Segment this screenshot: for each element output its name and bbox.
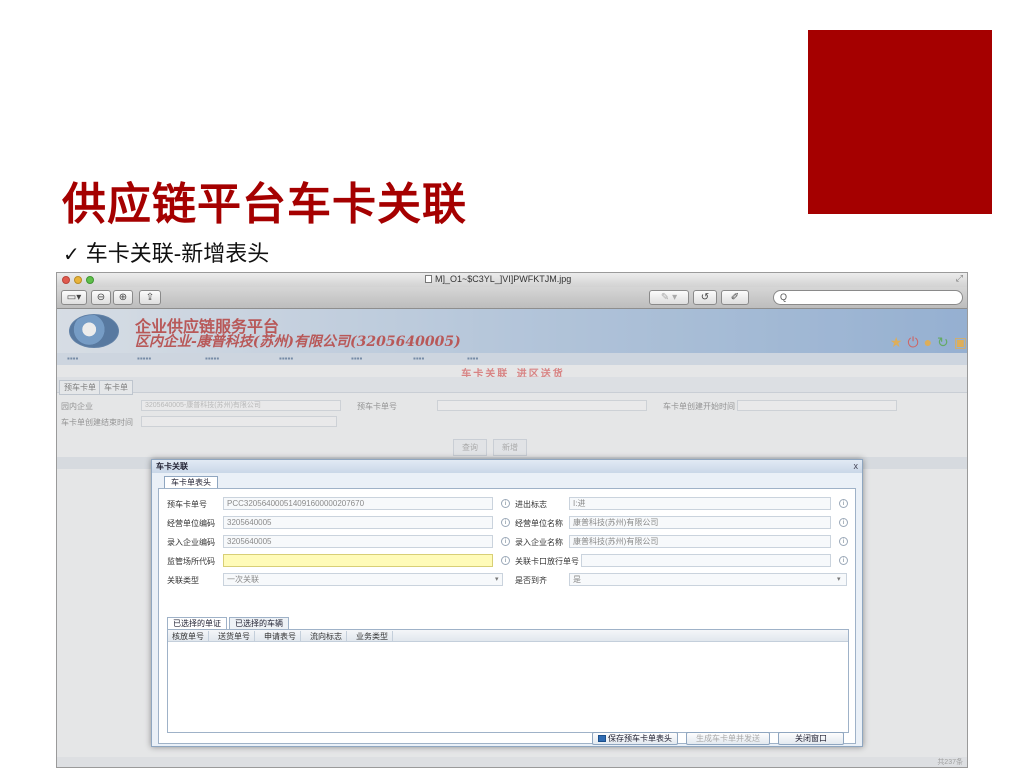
column-header[interactable]: 业务类型 — [352, 631, 393, 642]
precard-no-field[interactable]: PCC320564000514091600000207670 — [223, 497, 493, 510]
column-header[interactable]: 申请表号 — [260, 631, 301, 642]
operator-name-field[interactable]: 康普科技(苏州)有限公司 — [569, 516, 831, 529]
slide-subtitle: ✓ 车卡关联-新增表头 — [63, 236, 269, 268]
operator-name-label: 经营单位名称 — [515, 519, 563, 528]
form-row: 录入企业编码 3205640005 i 录入企业名称 康普科技(苏州)有限公司 … — [167, 535, 849, 548]
subtitle-text: 车卡关联-新增表头 — [85, 242, 270, 267]
in-out-label: 进出标志 — [515, 500, 547, 509]
zoom-out-icon[interactable]: ⊖ — [91, 290, 111, 305]
column-header[interactable]: 流向标志 — [306, 631, 347, 642]
form-row: 经营单位编码 3205640005 i 经营单位名称 康普科技(苏州)有限公司 … — [167, 516, 849, 529]
form-row: 监管场所代码 i 关联卡口放行单号 i — [167, 554, 849, 567]
dialog-close-icon[interactable]: x — [854, 460, 859, 473]
card-link-dialog: 车卡关联 x 车卡单表头 预车卡单号 PCC320564000514091600… — [151, 459, 863, 747]
zoom-window-icon[interactable] — [86, 276, 94, 284]
form-row: 预车卡单号 PCC320564000514091600000207670 i 进… — [167, 497, 849, 510]
share-icon[interactable]: ⇪ — [139, 290, 161, 305]
tab-card-header[interactable]: 车卡单表头 — [164, 476, 218, 488]
grid-header: 核放单号 送货单号 申请表号 流向标志 业务类型 — [168, 630, 848, 642]
close-dialog-button[interactable]: 关闭窗口 — [778, 732, 844, 745]
web-app: 企业供应链服务平台 区内企业-康普科技(苏州)有限公司(3205640005) … — [57, 309, 967, 767]
entry-code-label: 录入企业编码 — [167, 538, 215, 547]
info-icon: i — [501, 537, 510, 546]
in-out-field[interactable]: I:进 — [569, 497, 831, 510]
dialog-title: 车卡关联 — [152, 460, 862, 473]
pass-no-label: 关联卡口放行单号 — [515, 557, 579, 566]
view-mode-button[interactable]: ▭▾ — [61, 290, 87, 305]
link-type-label: 关联类型 — [167, 576, 199, 585]
selected-tabs: 已选择的单证 已选择的车辆 — [167, 617, 291, 630]
fullscreen-icon[interactable]: ⤢ — [956, 273, 963, 284]
info-icon: i — [501, 499, 510, 508]
custom-code-input[interactable] — [223, 554, 493, 567]
operator-code-label: 经营单位编码 — [167, 519, 215, 528]
checkmark-icon: ✓ — [63, 242, 80, 266]
save-header-button[interactable]: 保存预车卡单表头 — [592, 732, 678, 745]
window-titlebar: M]_O1~$C3YL_]VI]PWFKTJM.jpg ⤢ — [57, 273, 967, 287]
accent-block — [808, 30, 992, 214]
arrival-label: 是否到齐 — [515, 576, 547, 585]
close-window-icon[interactable] — [62, 276, 70, 284]
dialog-form: 预车卡单号 PCC320564000514091600000207670 i 进… — [158, 488, 856, 744]
viewer-search-input[interactable]: Q — [773, 290, 963, 305]
image-file-icon — [425, 275, 432, 283]
viewer-toolbar: ▭▾ ⊖ ⊕ ⇪ ✎ ▾ ↺ ✐ Q — [57, 287, 967, 309]
arrival-select[interactable]: 是 — [569, 573, 847, 586]
entry-code-field[interactable]: 3205640005 — [223, 535, 493, 548]
form-row: 关联类型 一次关联 ▾ 是否到齐 是 ▾ — [167, 573, 849, 586]
rotate-icon[interactable]: ↺ — [693, 290, 717, 305]
zoom-in-icon[interactable]: ⊕ — [113, 290, 133, 305]
entry-name-label: 录入企业名称 — [515, 538, 563, 547]
info-icon: i — [839, 518, 848, 527]
info-icon: i — [839, 499, 848, 508]
window-filename: M]_O1~$C3YL_]VI]PWFKTJM.jpg — [425, 274, 571, 284]
selected-docs-grid: 核放单号 送货单号 申请表号 流向标志 业务类型 — [167, 629, 849, 733]
link-type-select[interactable]: 一次关联 — [223, 573, 503, 586]
info-icon: i — [839, 556, 848, 565]
precard-no-label: 预车卡单号 — [167, 500, 207, 509]
embedded-screenshot: M]_O1~$C3YL_]VI]PWFKTJM.jpg ⤢ ▭▾ ⊖ ⊕ ⇪ ✎… — [56, 272, 968, 768]
info-icon: i — [501, 556, 510, 565]
info-icon: i — [839, 537, 848, 546]
save-icon — [598, 735, 606, 742]
generate-card-button[interactable]: 生成车卡单并发送 — [686, 732, 770, 745]
chevron-down-icon[interactable]: ▾ — [837, 575, 841, 583]
pass-no-field[interactable] — [581, 554, 831, 567]
custom-code-label: 监管场所代码 — [167, 557, 215, 566]
column-header[interactable]: 核放单号 — [168, 631, 209, 642]
slide-title: 供应链平台车卡关联 — [62, 179, 467, 230]
column-header[interactable]: 送货单号 — [214, 631, 255, 642]
chevron-down-icon[interactable]: ▾ — [495, 575, 499, 583]
dialog-footer: 保存预车卡单表头 生成车卡单并发送 关闭窗口 — [152, 732, 862, 746]
operator-code-field[interactable]: 3205640005 — [223, 516, 493, 529]
info-icon: i — [501, 518, 510, 527]
entry-name-field[interactable]: 康普科技(苏州)有限公司 — [569, 535, 831, 548]
annotate-button[interactable]: ✎ ▾ — [649, 290, 689, 305]
minimize-window-icon[interactable] — [74, 276, 82, 284]
edit-toolbar-icon[interactable]: ✐ — [721, 290, 749, 305]
